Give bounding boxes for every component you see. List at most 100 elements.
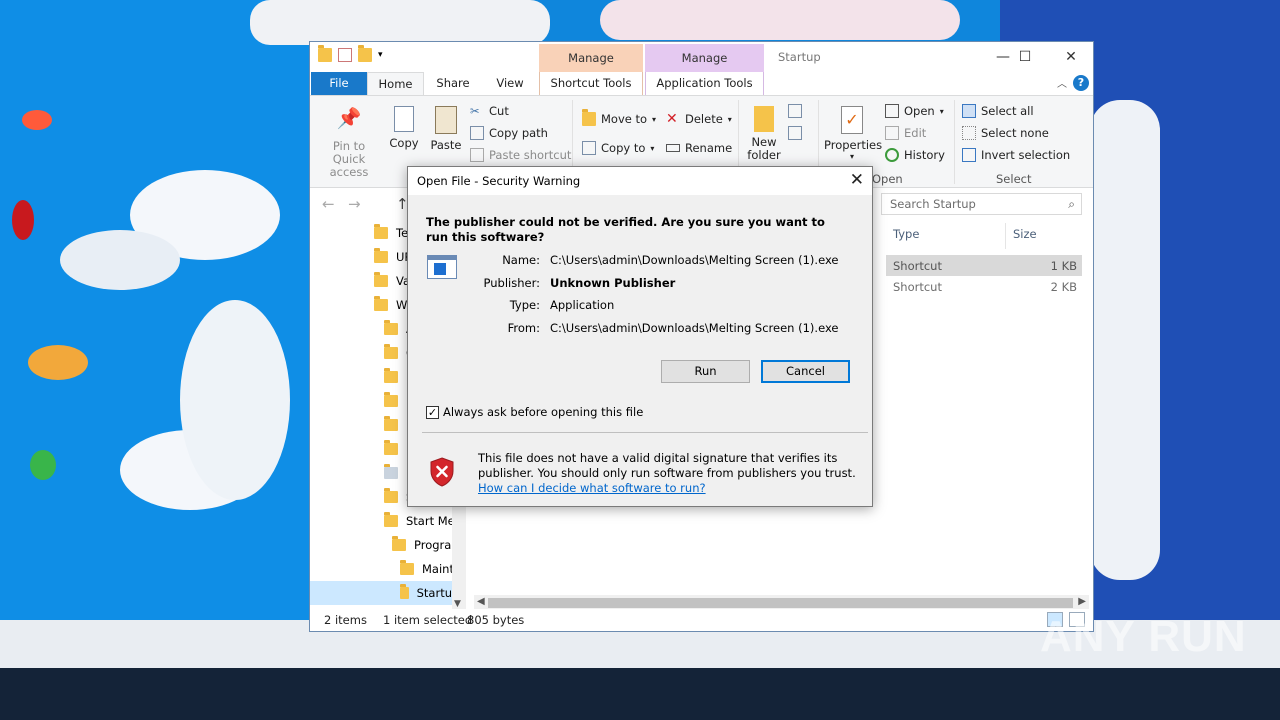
delete-label: Delete — [685, 112, 723, 126]
chevron-down-icon[interactable]: ▾ — [378, 48, 392, 62]
close-button[interactable]: ✕ — [1049, 46, 1093, 68]
properties-icon: ✓ — [841, 106, 863, 134]
ribbon-separator — [954, 100, 955, 184]
pin-to-quick-access-button[interactable]: 📌 Pin to Quick access — [316, 106, 382, 179]
chevron-down-icon: ▾ — [849, 152, 854, 161]
nav-item-label: Prograi — [414, 538, 455, 552]
rename-label: Rename — [685, 141, 733, 155]
tab-application-tools[interactable]: Application Tools — [645, 72, 764, 95]
column-divider[interactable] — [1005, 223, 1006, 249]
run-button[interactable]: Run — [661, 360, 750, 383]
copy-to-label: Copy to — [601, 141, 646, 155]
always-ask-checkbox[interactable]: ✓ — [426, 405, 439, 419]
edit-icon — [885, 126, 899, 140]
properties-button[interactable]: ✓ Properties ▾ — [824, 106, 883, 161]
row-type: Shortcut — [893, 259, 942, 273]
open-label: Open — [904, 104, 935, 118]
cancel-button[interactable]: Cancel — [761, 360, 850, 383]
paste-icon — [435, 106, 457, 134]
tab-view[interactable]: View — [490, 72, 530, 95]
scroll-left-icon[interactable]: ◀ — [477, 596, 485, 607]
nav-item[interactable]: Wi — [374, 293, 410, 317]
nav-item[interactable]: Va — [374, 269, 410, 293]
move-to-icon — [582, 109, 596, 126]
scroll-right-icon[interactable]: ▶ — [1078, 596, 1086, 607]
always-ask-label: Always ask before opening this file — [443, 405, 644, 419]
copy-icon — [394, 106, 414, 132]
scrollbar-thumb[interactable] — [488, 598, 1073, 608]
copy-path-label: Copy path — [489, 126, 548, 140]
new-item-icon[interactable] — [788, 104, 810, 122]
rename-button[interactable]: Rename — [666, 141, 732, 155]
nav-item[interactable]: Prograi — [392, 533, 455, 557]
nav-item[interactable]: UP — [374, 245, 411, 269]
nav-item[interactable]: Te — [374, 221, 408, 245]
nav-item[interactable]: Maint — [400, 557, 454, 581]
nav-item[interactable]: Start Men — [384, 509, 462, 533]
folder-icon — [384, 512, 398, 527]
from-label: From: — [507, 321, 540, 335]
properties-label: Properties — [824, 138, 883, 152]
pin-icon: 📌 — [336, 106, 362, 130]
ribbon-tabs: File Home Share View Shortcut Tools Appl… — [310, 72, 1093, 95]
select-all-button[interactable]: Select all — [962, 104, 1034, 118]
paste-button[interactable]: Paste — [428, 106, 464, 152]
back-arrow-icon[interactable]: ← — [322, 195, 335, 213]
new-folder-icon[interactable] — [358, 45, 372, 62]
nav-item-startup[interactable]: Startu — [310, 581, 452, 605]
move-to-button[interactable]: Move to ▾ — [582, 109, 656, 126]
cut-button[interactable]: ✂ Cut — [470, 104, 509, 118]
type-value: Application — [550, 298, 615, 312]
help-link[interactable]: How can I decide what software to run? — [478, 481, 706, 495]
delete-button[interactable]: ✕ Delete ▾ — [666, 112, 732, 126]
column-header-size[interactable]: Size — [1013, 227, 1037, 241]
forward-arrow-icon[interactable]: → — [348, 195, 361, 213]
help-icon[interactable]: ? — [1073, 75, 1089, 91]
invert-selection-button[interactable]: Invert selection — [962, 148, 1070, 162]
folder-icon — [400, 560, 414, 575]
copy-button[interactable]: Copy — [388, 106, 420, 150]
copy-path-icon — [470, 126, 484, 140]
tab-file[interactable]: File — [311, 72, 367, 95]
tab-share[interactable]: Share — [430, 72, 476, 95]
title-bar: ▾ Manage Manage Startup — ☐ ✕ — [310, 42, 1093, 72]
column-header-type[interactable]: Type — [893, 227, 919, 241]
table-row[interactable]: Shortcut 2 KB — [886, 276, 1082, 297]
copy-to-button[interactable]: Copy to ▾ — [582, 141, 654, 155]
open-icon — [885, 104, 899, 118]
new-folder-button[interactable]: New folder — [744, 106, 784, 162]
paste-shortcut-button[interactable]: Paste shortcut — [470, 148, 571, 162]
from-value: C:\Users\admin\Downloads\Melting Screen … — [550, 321, 839, 335]
select-none-button[interactable]: Select none — [962, 126, 1049, 140]
edit-button[interactable]: Edit — [885, 126, 926, 140]
folder-icon — [374, 224, 388, 239]
maximize-button[interactable]: ☐ — [1003, 46, 1047, 68]
copy-path-button[interactable]: Copy path — [470, 126, 548, 140]
collapse-ribbon-icon[interactable]: ︿ — [1057, 75, 1067, 90]
row-size: 2 KB — [1050, 280, 1077, 294]
always-ask-checkbox-row[interactable]: ✓ Always ask before opening this file — [426, 405, 643, 419]
history-button[interactable]: History — [885, 148, 945, 162]
search-input[interactable]: Search Startup ⌕ — [881, 193, 1082, 215]
easy-access-icon[interactable] — [788, 126, 810, 144]
folder-icon — [384, 440, 398, 455]
tab-shortcut-tools[interactable]: Shortcut Tools — [539, 72, 643, 95]
folder-icon — [384, 416, 398, 431]
status-item-count: 2 items — [324, 613, 367, 627]
copy-label: Copy — [389, 136, 419, 150]
select-group-label: Select — [996, 172, 1032, 186]
status-selected: 1 item selected — [383, 613, 473, 627]
tab-home[interactable]: Home — [367, 72, 424, 95]
paste-shortcut-label: Paste shortcut — [489, 148, 572, 162]
properties-checkmark-icon[interactable] — [338, 48, 352, 62]
security-shield-icon — [430, 457, 454, 487]
table-row[interactable]: Shortcut 1 KB — [886, 255, 1082, 276]
folder-icon — [384, 344, 398, 359]
select-none-label: Select none — [981, 126, 1049, 140]
folder-icon — [374, 248, 388, 263]
dialog-close-button[interactable]: ✕ — [850, 171, 864, 189]
open-button[interactable]: Open ▾ — [885, 104, 944, 118]
folder-icon — [384, 488, 398, 503]
status-bytes: 805 bytes — [467, 613, 525, 627]
chevron-down-icon[interactable]: ▼ — [454, 599, 461, 609]
